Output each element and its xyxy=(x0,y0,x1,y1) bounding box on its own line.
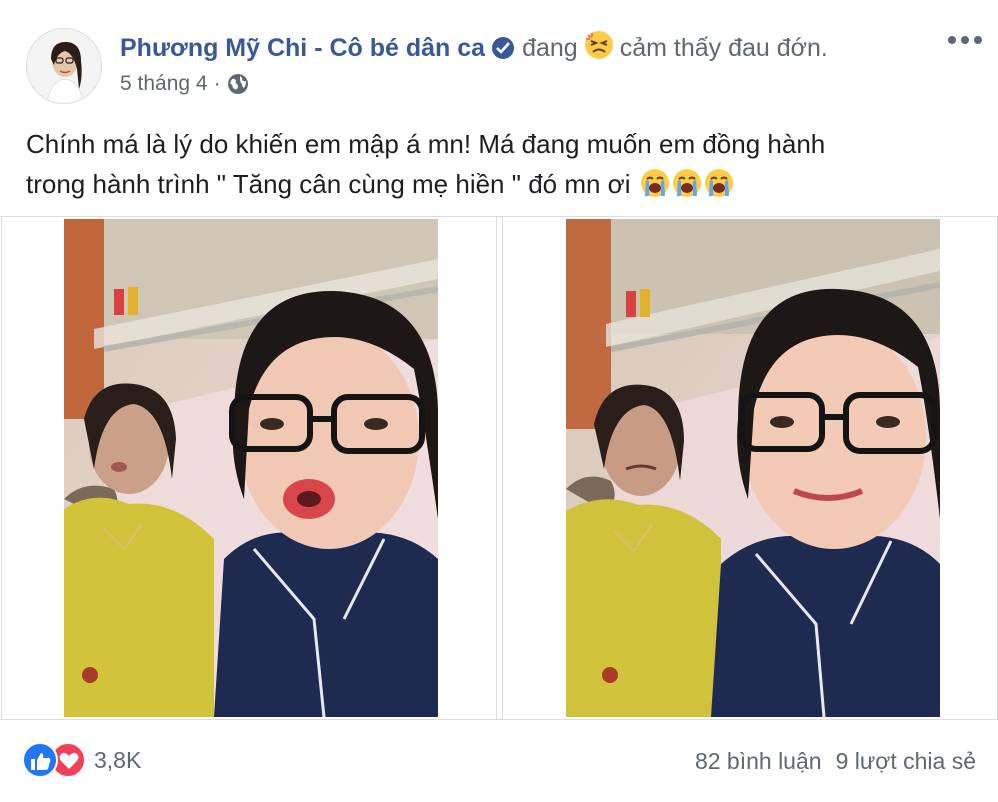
post-photo-1[interactable] xyxy=(64,219,438,717)
post-date[interactable]: 5 tháng 4 xyxy=(120,72,208,96)
reaction-summary[interactable]: 3,8K xyxy=(22,742,141,778)
photo-grid xyxy=(0,216,998,720)
feeling-text[interactable]: cảm thấy đau đớn. xyxy=(620,34,828,63)
share-count[interactable]: 9 lượt chia sẻ xyxy=(836,748,976,775)
photo-frame-2[interactable] xyxy=(502,217,998,719)
avatar-image xyxy=(27,29,101,103)
reaction-count[interactable]: 3,8K xyxy=(94,747,141,774)
like-icon xyxy=(22,742,58,778)
author-name[interactable]: Phương Mỹ Chi - Cô bé dân ca xyxy=(120,34,485,63)
comment-count[interactable]: 82 bình luận xyxy=(695,748,822,775)
loudly-crying-face-emoji xyxy=(672,168,702,198)
post-header: Phương Mỹ Chi - Cô bé dân ca đang cảm th… xyxy=(0,0,998,110)
loudly-crying-face-emoji xyxy=(640,168,670,198)
author-avatar[interactable] xyxy=(26,28,102,104)
post-text-line-2-wrap: trong hành trình " Tăng cân cùng mẹ hiền… xyxy=(26,164,956,204)
post-text-line-1: Chính má là lý do khiến em mập á mn! Má … xyxy=(26,129,826,159)
post-meta: 5 tháng 4 · xyxy=(120,72,249,96)
verified-badge-icon xyxy=(492,37,515,59)
feeling-prefix: đang xyxy=(522,33,578,62)
engagement-stats: 82 bình luận 9 lượt chia sẻ xyxy=(695,748,976,775)
post-text-line-2: trong hành trình " Tăng cân cùng mẹ hiền… xyxy=(26,169,631,199)
pained-face-emoji xyxy=(584,30,614,67)
meta-separator: · xyxy=(213,72,221,95)
crying-emoji-group xyxy=(638,169,734,199)
loudly-crying-face-emoji xyxy=(704,168,734,198)
post-footer: 3,8K 82 bình luận 9 lượt chia sẻ xyxy=(0,720,998,802)
post-text: Chính má là lý do khiến em mập á mn! Má … xyxy=(26,124,956,204)
photo-frame-1[interactable] xyxy=(1,217,497,719)
author-line: Phương Mỹ Chi - Cô bé dân ca đang cảm th… xyxy=(120,30,828,67)
more-options-icon[interactable] xyxy=(948,32,982,48)
globe-icon[interactable] xyxy=(227,73,249,95)
post-photo-2[interactable] xyxy=(566,219,940,717)
